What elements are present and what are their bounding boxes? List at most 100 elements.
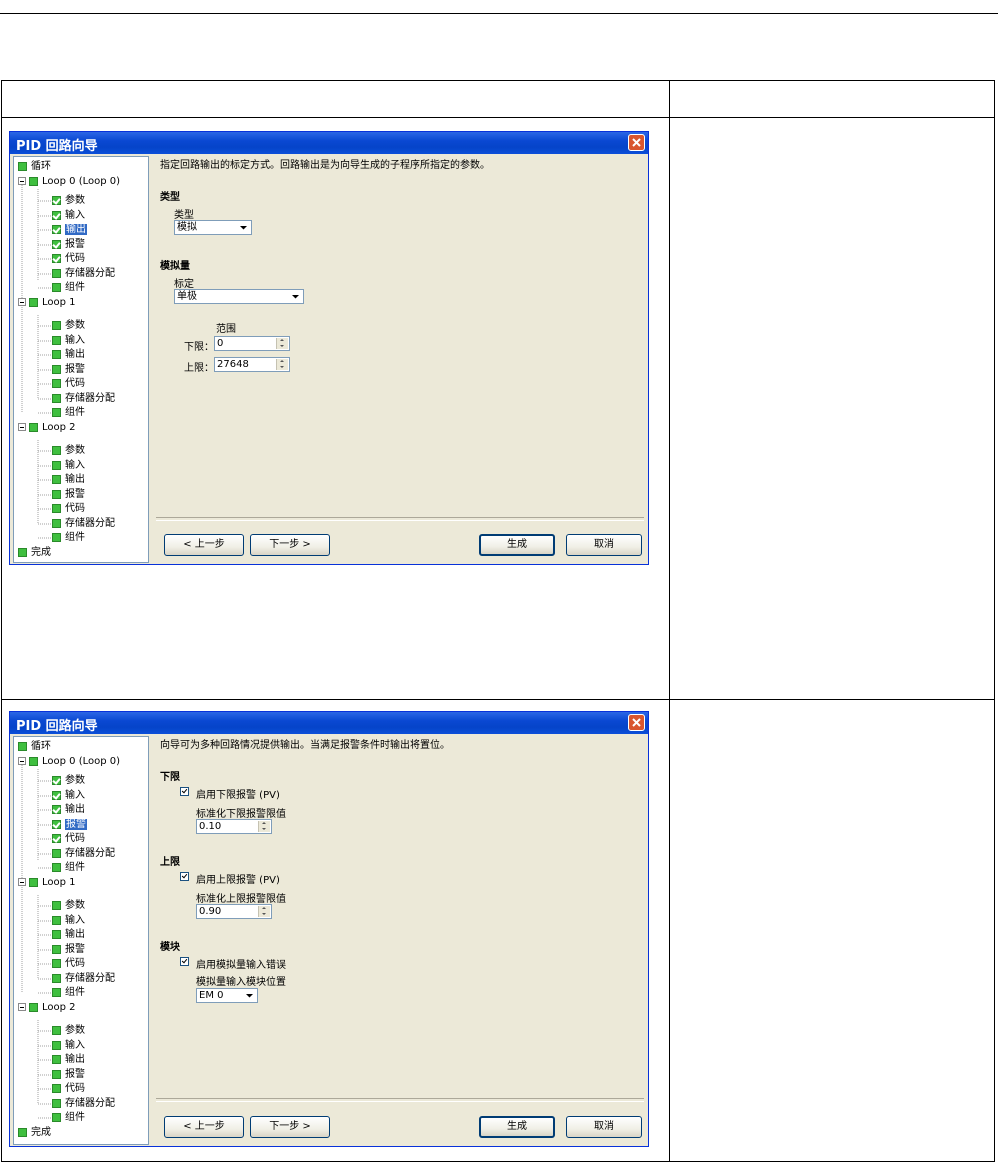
cancel-button[interactable]: 取消	[566, 1116, 642, 1138]
tree-item-memory[interactable]: 存储器分配	[52, 392, 115, 406]
tree-item-alarm[interactable]: 报警	[52, 488, 85, 502]
tree-item-loops[interactable]: 循环	[18, 160, 51, 174]
next-button[interactable]: 下一步 >	[250, 1116, 330, 1138]
module-error-checkbox[interactable]	[180, 957, 189, 966]
tree-item-loop0[interactable]: Loop 0 (Loop 0)	[18, 175, 120, 189]
generate-button[interactable]: 生成	[479, 1116, 555, 1138]
tree-item-loop1[interactable]: Loop 1	[18, 876, 76, 890]
prev-button[interactable]: < 上一步	[164, 534, 244, 556]
tree-item-params[interactable]: 参数	[52, 774, 85, 788]
tree-item-params[interactable]: 参数	[52, 444, 85, 458]
tree-label: 输出	[65, 929, 85, 940]
spinner-arrows-icon[interactable]	[276, 338, 288, 349]
type-select[interactable]: 模拟	[174, 220, 252, 235]
tree-item-loop0[interactable]: Loop 0 (Loop 0)	[18, 755, 120, 769]
range-label: 范围	[216, 324, 236, 335]
wizard-tree[interactable]: 循环 Loop 0 (Loop 0) 参数 输入 输出 报警 代码 存储器分配 …	[13, 156, 149, 563]
wizard-tree[interactable]: 循环 Loop 0 (Loop 0) 参数 输入 输出 报警 代码 存储器分配 …	[13, 736, 149, 1145]
high-limit-spinner[interactable]: 27648	[214, 357, 290, 372]
tree-item-component[interactable]: 组件	[52, 986, 85, 1000]
tree-item-input[interactable]: 输入	[52, 209, 85, 223]
tree-item-component[interactable]: 组件	[52, 281, 85, 295]
tree-item-alarm[interactable]: 报警	[52, 363, 85, 377]
title-bar[interactable]: PID 回路向导	[10, 132, 648, 154]
high-alarm-checkbox[interactable]	[180, 872, 189, 881]
collapse-icon[interactable]	[18, 1003, 26, 1011]
tree-item-params[interactable]: 参数	[52, 899, 85, 913]
tree-item-params[interactable]: 参数	[52, 319, 85, 333]
next-button[interactable]: 下一步 >	[250, 534, 330, 556]
cancel-button[interactable]: 取消	[566, 534, 642, 556]
tree-item-output[interactable]: 输出	[52, 803, 85, 817]
low-alarm-checkbox[interactable]	[180, 787, 189, 796]
tree-item-loop2[interactable]: Loop 2	[18, 421, 76, 435]
row-divider	[2, 699, 994, 700]
collapse-icon[interactable]	[18, 757, 26, 765]
tree-item-params[interactable]: 参数	[52, 194, 85, 208]
tree-item-code[interactable]: 代码	[52, 252, 85, 266]
node-icon	[52, 349, 61, 359]
low-limit-spinner[interactable]: 0.10	[196, 819, 272, 834]
chevron-down-icon[interactable]	[237, 222, 250, 233]
tree-item-loop1[interactable]: Loop 1	[18, 296, 76, 310]
tree-label: 参数	[65, 320, 85, 331]
tree-item-input[interactable]: 输入	[52, 914, 85, 928]
tree-item-loop2[interactable]: Loop 2	[18, 1001, 76, 1015]
tree-item-memory[interactable]: 存储器分配	[52, 972, 115, 986]
spinner-arrows-icon[interactable]	[258, 906, 270, 917]
tree-item-alarm[interactable]: 报警	[52, 818, 87, 832]
collapse-icon[interactable]	[18, 177, 26, 185]
tree-label: 代码	[65, 378, 85, 389]
chevron-down-icon[interactable]	[243, 990, 256, 1001]
wizard-content: 向导可为多种回路情况提供输出。当满足报警条件时输出将置位。 下限 启用下限报警 …	[156, 736, 644, 1142]
spinner-arrows-icon[interactable]	[276, 359, 288, 370]
tree-item-input[interactable]: 输入	[52, 789, 85, 803]
prev-button[interactable]: < 上一步	[164, 1116, 244, 1138]
tree-item-memory[interactable]: 存储器分配	[52, 1097, 115, 1111]
high-limit-spinner[interactable]: 0.90	[196, 904, 272, 919]
tree-item-code[interactable]: 代码	[52, 832, 85, 846]
tree-item-alarm[interactable]: 报警	[52, 238, 85, 252]
collapse-icon[interactable]	[18, 423, 26, 431]
tree-item-memory[interactable]: 存储器分配	[52, 267, 115, 281]
low-limit-spinner[interactable]: 0	[214, 336, 290, 351]
tree-item-output[interactable]: 输出	[52, 223, 87, 237]
tree-item-component[interactable]: 组件	[52, 531, 85, 545]
title-bar[interactable]: PID 回路向导	[10, 712, 648, 734]
scaling-select[interactable]: 单极	[174, 289, 304, 304]
node-icon	[29, 756, 38, 766]
tree-item-loops[interactable]: 循环	[18, 740, 51, 754]
tree-item-code[interactable]: 代码	[52, 502, 85, 516]
tree-item-component[interactable]: 组件	[52, 406, 85, 420]
tree-item-alarm[interactable]: 报警	[52, 943, 85, 957]
tree-item-memory[interactable]: 存储器分配	[52, 847, 115, 861]
chevron-down-icon[interactable]	[289, 291, 302, 302]
tree-item-input[interactable]: 输入	[52, 459, 85, 473]
close-button[interactable]	[628, 714, 645, 731]
tree-item-code[interactable]: 代码	[52, 957, 85, 971]
tree-item-finish[interactable]: 完成	[18, 546, 51, 560]
close-button[interactable]	[628, 134, 645, 151]
tree-item-code[interactable]: 代码	[52, 377, 85, 391]
tree-item-code[interactable]: 代码	[52, 1082, 85, 1096]
collapse-icon[interactable]	[18, 298, 26, 306]
tree-item-output[interactable]: 输出	[52, 473, 85, 487]
tree-item-params[interactable]: 参数	[52, 1024, 85, 1038]
tree-item-memory[interactable]: 存储器分配	[52, 517, 115, 531]
module-position-select[interactable]: EM 0	[196, 988, 258, 1003]
tree-item-component[interactable]: 组件	[52, 1111, 85, 1125]
tree-item-input[interactable]: 输入	[52, 1039, 85, 1053]
spinner-arrows-icon[interactable]	[258, 821, 270, 832]
tree-item-finish[interactable]: 完成	[18, 1126, 51, 1140]
tree-item-output[interactable]: 输出	[52, 928, 85, 942]
node-icon	[52, 944, 61, 954]
collapse-icon[interactable]	[18, 878, 26, 886]
tree-label: 组件	[65, 532, 85, 543]
tree-item-output[interactable]: 输出	[52, 1053, 85, 1067]
type-select-value: 模拟	[177, 222, 197, 233]
tree-item-input[interactable]: 输入	[52, 334, 85, 348]
tree-item-alarm[interactable]: 报警	[52, 1068, 85, 1082]
generate-button[interactable]: 生成	[479, 534, 555, 556]
tree-item-component[interactable]: 组件	[52, 861, 85, 875]
tree-item-output[interactable]: 输出	[52, 348, 85, 362]
